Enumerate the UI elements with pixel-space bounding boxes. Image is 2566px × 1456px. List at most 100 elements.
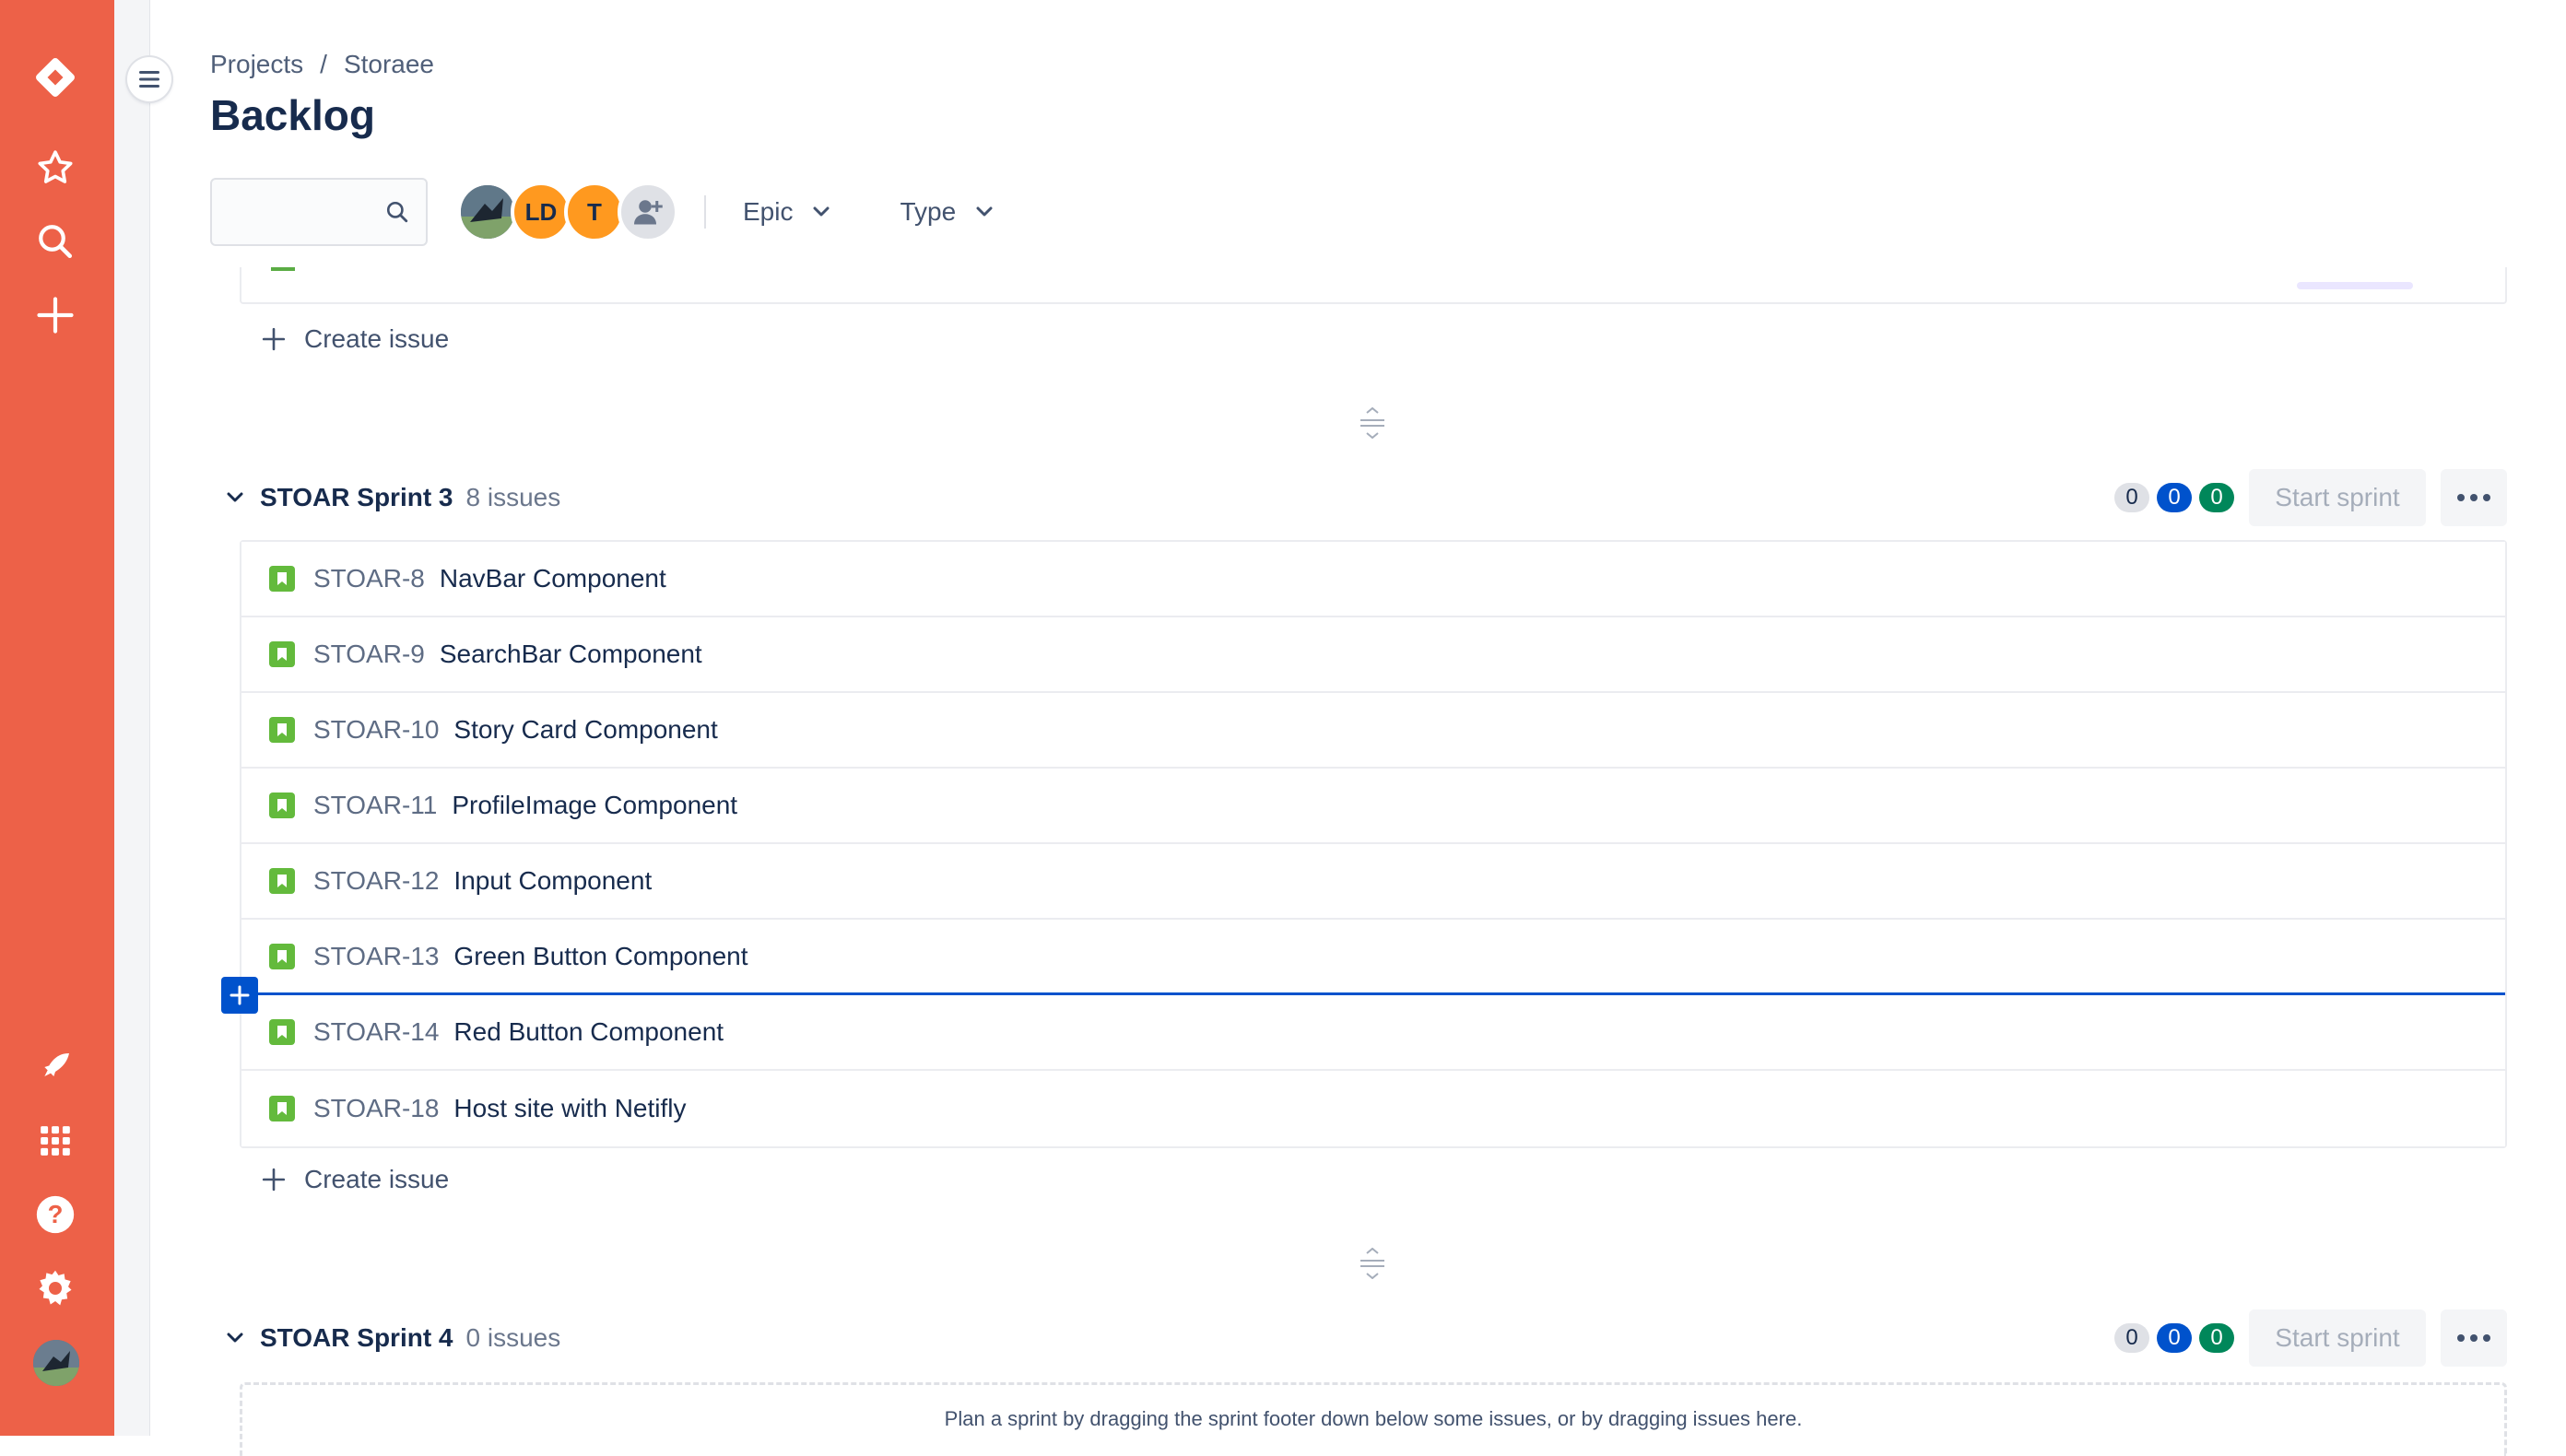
plus-icon xyxy=(262,327,286,351)
sprint-actions: 0 0 0 Start sprint xyxy=(2107,1309,2507,1367)
sprint-actions: 0 0 0 Start sprint xyxy=(2107,469,2507,526)
empty-sprint-dropzone[interactable]: Plan a sprint by dragging the sprint foo… xyxy=(240,1382,2507,1456)
breadcrumb: Projects / Storaee xyxy=(210,50,434,79)
chevron-down-icon xyxy=(813,206,830,217)
svg-text:?: ? xyxy=(48,1200,64,1228)
issue-row[interactable]: STOAR-9 SearchBar Component xyxy=(241,617,2505,693)
star-icon[interactable] xyxy=(29,142,81,194)
sprint-header: STOAR Sprint 4 0 issues 0 0 0 Start spri… xyxy=(223,1309,2507,1368)
breadcrumb-separator: / xyxy=(320,50,327,78)
issue-key[interactable]: STOAR-12 xyxy=(313,866,439,896)
help-icon[interactable]: ? xyxy=(29,1189,81,1240)
issue-summary: Host site with Netifly xyxy=(453,1094,687,1122)
start-sprint-button[interactable]: Start sprint xyxy=(2249,469,2426,526)
sprint-collapse-toggle[interactable] xyxy=(223,1333,247,1344)
issue-summary: Red Button Component xyxy=(453,1017,724,1046)
sprint-name[interactable]: STOAR Sprint 4 xyxy=(260,1323,453,1353)
previous-issue-list xyxy=(240,267,2507,304)
avatar[interactable] xyxy=(457,182,518,242)
sprint-issue-count: 0 issues xyxy=(465,1323,561,1352)
todo-count-badge: 0 xyxy=(2114,1323,2149,1353)
drag-handle-icon xyxy=(1360,1248,1384,1279)
avatar-ld[interactable]: LD xyxy=(511,182,571,242)
issue-row[interactable]: STOAR-18 Host site with Netifly xyxy=(241,1071,2505,1146)
story-icon xyxy=(269,1019,295,1045)
add-user-icon xyxy=(634,200,663,225)
breadcrumb-projects[interactable]: Projects xyxy=(210,50,303,79)
search-field[interactable] xyxy=(210,178,428,246)
in-progress-count-badge: 0 xyxy=(2157,483,2192,512)
app-grid-icon[interactable] xyxy=(29,1115,81,1167)
drag-handle-icon xyxy=(1360,407,1384,439)
more-actions-button[interactable] xyxy=(2441,469,2507,526)
search-icon xyxy=(386,201,408,223)
story-icon xyxy=(269,641,295,667)
story-icon xyxy=(269,717,295,743)
rocket-icon[interactable] xyxy=(29,1041,81,1093)
plus-icon[interactable] xyxy=(29,289,81,341)
issue-key[interactable]: STOAR-10 xyxy=(313,715,439,745)
create-issue-button[interactable]: Create issue xyxy=(262,1165,449,1194)
ellipsis-icon xyxy=(2457,494,2465,501)
issue-row[interactable]: STOAR-14 Red Button Component xyxy=(241,995,2505,1071)
issue-key[interactable]: STOAR-18 xyxy=(313,1094,439,1123)
sprint-header: STOAR Sprint 3 8 issues 0 0 0 Start spri… xyxy=(223,468,2507,527)
type-filter-dropdown[interactable]: Type xyxy=(889,197,1004,227)
breadcrumb-project[interactable]: Storaee xyxy=(344,50,434,79)
create-issue-button[interactable]: Create issue xyxy=(262,324,449,354)
epic-filter-dropdown[interactable]: Epic xyxy=(732,197,841,227)
story-icon xyxy=(269,868,295,894)
insert-sprint-break-button[interactable] xyxy=(221,977,258,1014)
issue-row[interactable]: STOAR-13 Green Button Component xyxy=(241,920,2505,995)
more-actions-button[interactable] xyxy=(2441,1309,2507,1367)
issue-summary: Input Component xyxy=(453,866,653,895)
issue-key[interactable]: STOAR-8 xyxy=(313,564,425,593)
issue-summary: ProfileImage Component xyxy=(452,791,738,819)
sprint-resize-handle[interactable] xyxy=(1359,407,1386,439)
epic-filter-label: Epic xyxy=(743,197,794,226)
sprint-name[interactable]: STOAR Sprint 3 xyxy=(260,483,453,512)
chevron-down-icon xyxy=(976,206,993,217)
issue-key[interactable]: STOAR-13 xyxy=(313,942,439,971)
backlog-toolbar: LD T Epic Type xyxy=(210,175,1052,249)
user-avatar[interactable] xyxy=(33,1340,79,1386)
menu-icon xyxy=(139,71,159,88)
issue-row[interactable]: STOAR-10 Story Card Component xyxy=(241,693,2505,769)
done-count-badge: 0 xyxy=(2199,483,2234,512)
create-issue-label: Create issue xyxy=(304,324,450,353)
global-nav: ? xyxy=(0,0,114,1436)
story-icon xyxy=(269,943,295,969)
sprint-resize-handle[interactable] xyxy=(1359,1248,1386,1279)
todo-count-badge: 0 xyxy=(2114,483,2149,512)
settings-icon[interactable] xyxy=(29,1262,81,1314)
issue-key[interactable]: STOAR-9 xyxy=(313,640,425,669)
toolbar-divider xyxy=(704,195,706,229)
avatar-t[interactable]: T xyxy=(564,182,625,242)
issue-row[interactable]: STOAR-11 ProfileImage Component xyxy=(241,769,2505,844)
jira-logo-icon[interactable] xyxy=(29,52,81,103)
page-title: Backlog xyxy=(210,91,375,139)
add-people-button[interactable] xyxy=(618,182,678,242)
issue-summary: SearchBar Component xyxy=(439,640,702,668)
issue-summary: NavBar Component xyxy=(439,564,666,593)
sidebar-toggle-button[interactable] xyxy=(127,57,171,101)
in-progress-count-badge: 0 xyxy=(2157,1323,2192,1353)
type-filter-label: Type xyxy=(900,197,957,226)
issue-key[interactable]: STOAR-11 xyxy=(313,791,437,820)
sprint-collapse-toggle[interactable] xyxy=(223,492,247,503)
issue-row[interactable]: STOAR-8 NavBar Component xyxy=(241,542,2505,617)
plus-icon xyxy=(262,1168,286,1192)
issue-key[interactable]: STOAR-14 xyxy=(313,1017,439,1047)
chevron-down-icon xyxy=(227,1333,243,1343)
done-count-badge: 0 xyxy=(2199,1323,2234,1353)
create-issue-label: Create issue xyxy=(304,1165,450,1193)
search-icon[interactable] xyxy=(29,216,81,267)
search-input[interactable] xyxy=(212,180,398,244)
start-sprint-button[interactable]: Start sprint xyxy=(2249,1309,2426,1367)
issue-row[interactable]: STOAR-12 Input Component xyxy=(241,844,2505,920)
assignee-filter: LD T xyxy=(457,182,678,242)
sprint-issue-count: 8 issues xyxy=(465,483,561,511)
sprint-issue-list: STOAR-8 NavBar Component STOAR-9 SearchB… xyxy=(240,540,2507,1148)
project-sidebar-collapsed xyxy=(114,0,150,1436)
issue-summary: Story Card Component xyxy=(453,715,718,744)
